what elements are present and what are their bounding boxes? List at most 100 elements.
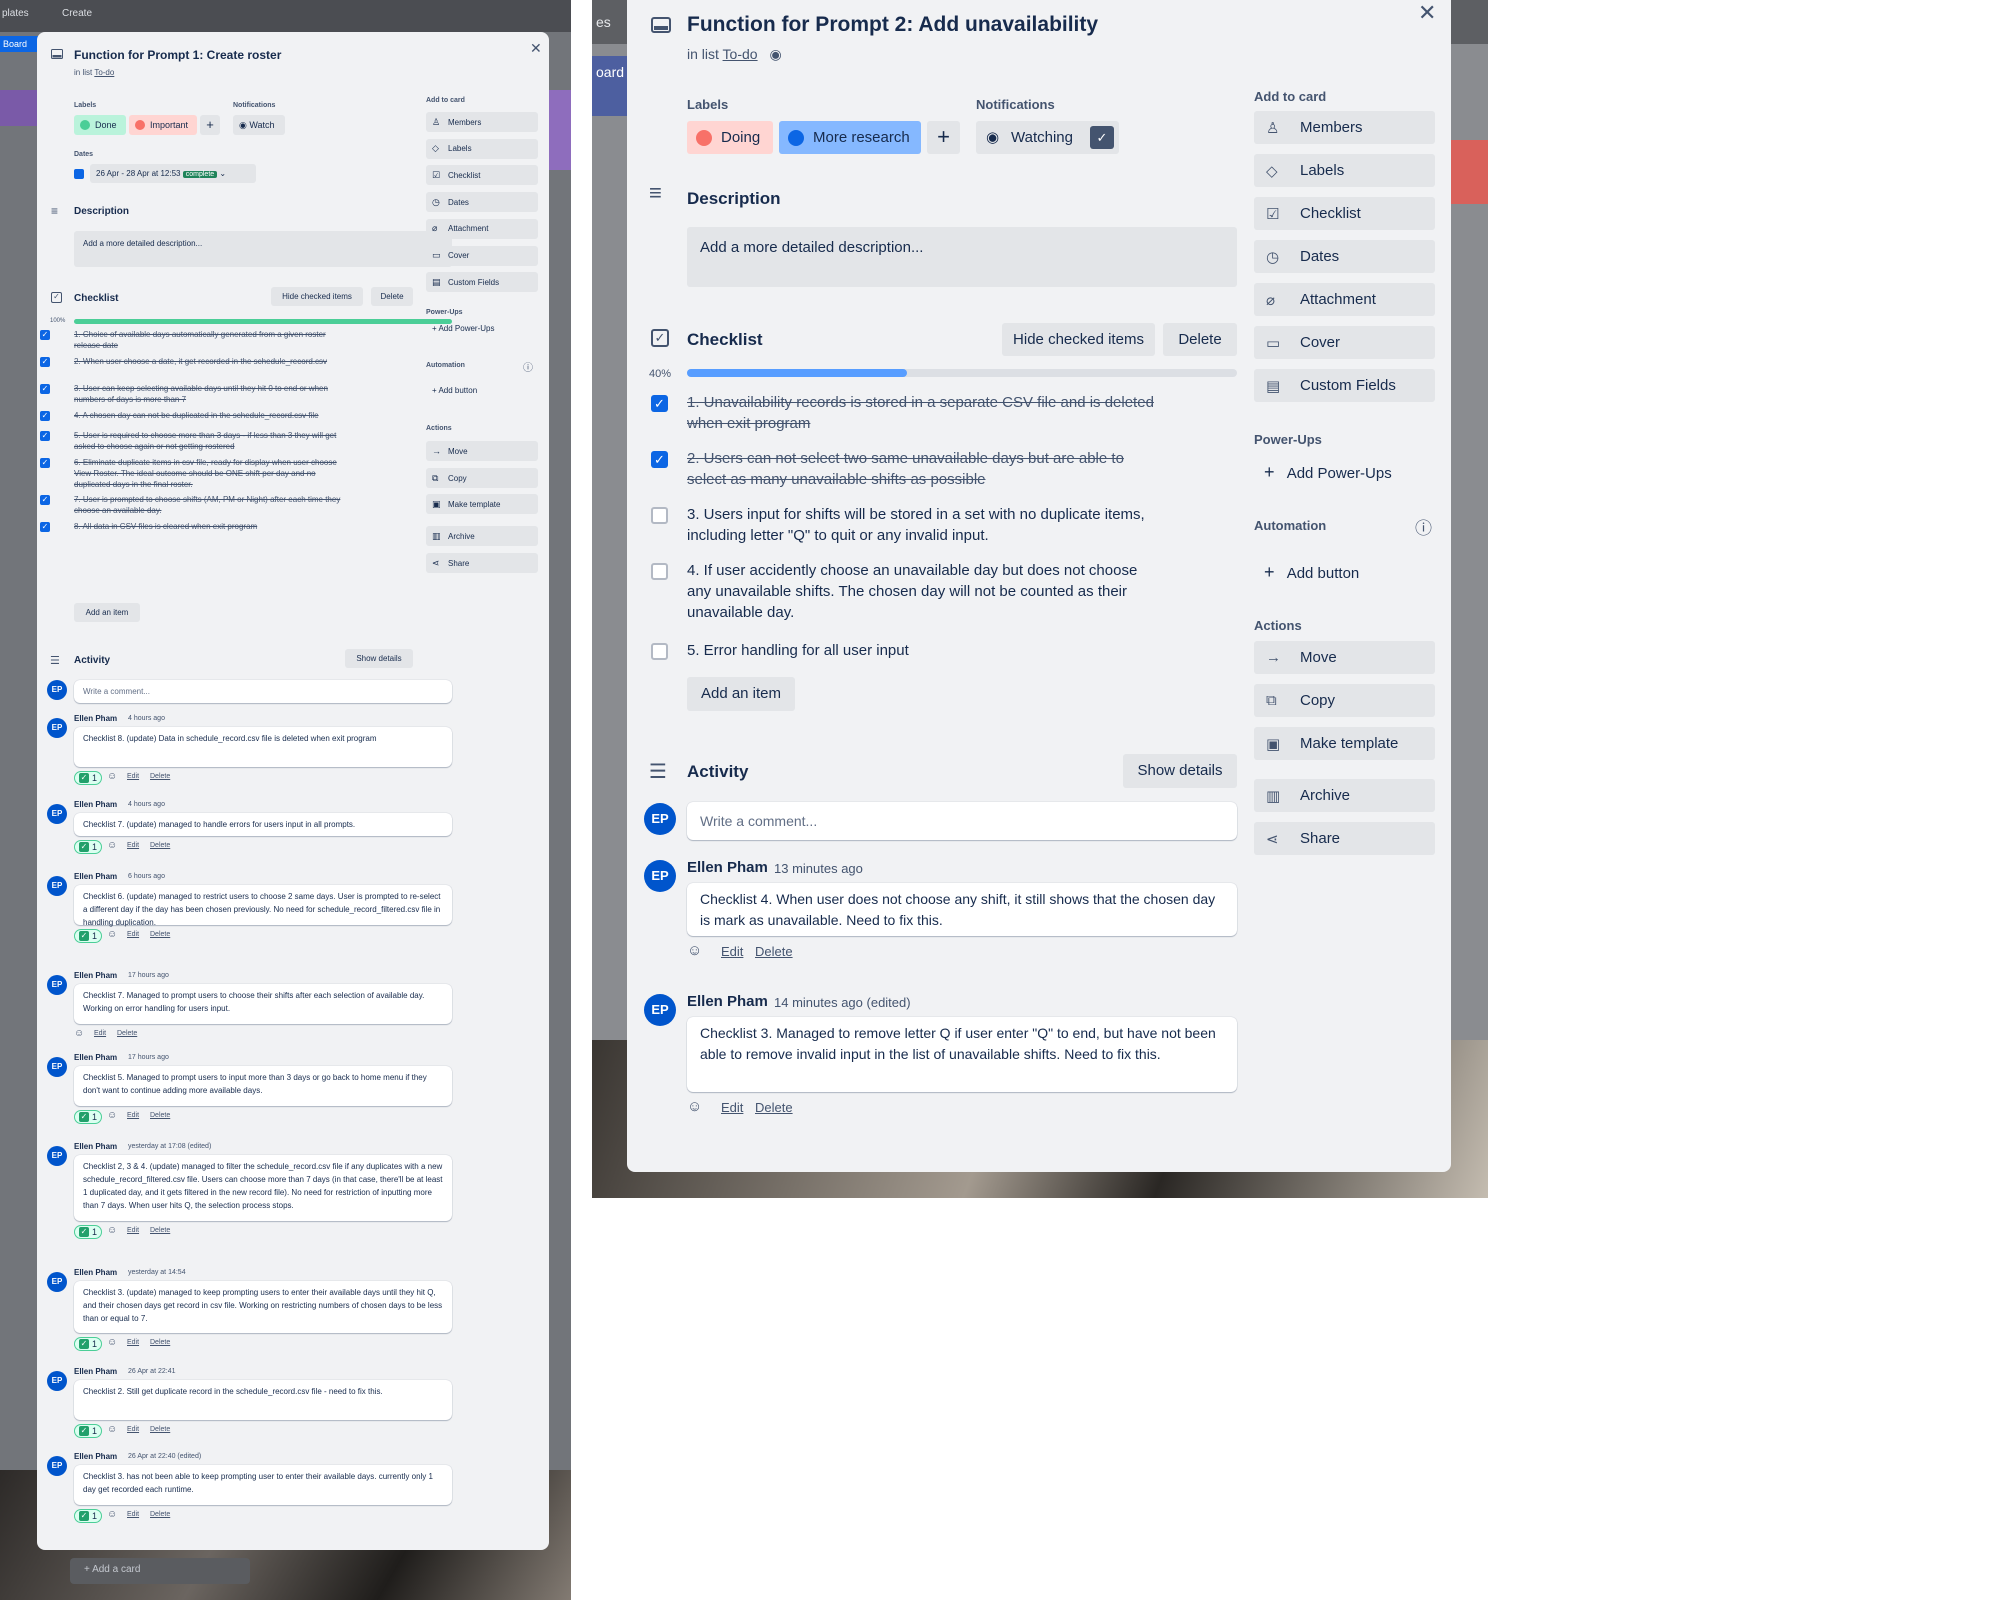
checklist-delete-button[interactable]: Delete [371,287,413,306]
add-reaction-icon[interactable]: ☺ [74,1028,84,1039]
add-reaction-icon[interactable]: ☺ [107,1509,117,1520]
avatar[interactable]: EP [644,994,676,1026]
checklist-item-text[interactable]: 4. A chosen day can not be duplicated in… [74,410,354,421]
edit-link[interactable]: Edit [127,1426,139,1433]
sidebar-share-button[interactable]: ⋖ Share [1254,822,1435,855]
hide-checked-button[interactable]: Hide checked items [271,287,363,306]
avatar[interactable]: EP [47,1146,67,1166]
sidebar-cover-button[interactable]: ▭ Cover [1254,326,1435,359]
checklist-item-text[interactable]: 2. When user choose a date, it get recor… [74,356,354,367]
sidebar-dates-button[interactable]: ◷ Dates [426,192,538,213]
delete-link[interactable]: Delete [150,842,170,849]
sidebar-archive-button[interactable]: ▥ Archive [1254,779,1435,812]
show-details-button[interactable]: Show details [1123,754,1237,788]
checklist-item-text[interactable]: 4. If user accidently choose an unavaila… [687,560,1157,623]
show-details-button[interactable]: Show details [345,649,413,668]
delete-link[interactable]: Delete [150,1511,170,1518]
reaction-badge[interactable]: ✓ 1 [74,771,103,785]
comment-input[interactable]: Write a comment... [74,680,452,703]
checklist-item-checkbox[interactable]: ✓ [40,384,50,394]
add-button-button[interactable]: + Add button [1264,562,1359,583]
checklist-item-checkbox[interactable]: ✓ [40,431,50,441]
edit-link[interactable]: Edit [721,944,743,959]
left-add-card-button[interactable]: + Add a card [70,1558,250,1584]
add-reaction-icon[interactable]: ☺ [107,1424,117,1435]
checklist-item-text[interactable]: 3. User can keep selecting available day… [74,383,354,405]
info-icon[interactable]: ⓘ [1415,514,1432,539]
avatar[interactable]: EP [47,680,67,700]
label-important[interactable]: Important [129,115,197,135]
info-icon[interactable]: ⓘ [523,359,533,374]
checklist-item-checkbox[interactable]: ✓ [40,522,50,532]
add-reaction-icon[interactable]: ☺ [107,1225,117,1236]
sidebar-attachment-button[interactable]: ⌀ Attachment [426,218,538,239]
label-doing[interactable]: Doing [687,121,773,154]
checklist-item-checkbox[interactable]: ✓ [40,458,50,468]
add-item-button[interactable]: Add an item [74,603,140,622]
edit-link[interactable]: Edit [127,931,139,938]
delete-link[interactable]: Delete [150,1112,170,1119]
dates-button[interactable]: 26 Apr - 28 Apr at 12:53 complete ⌄ [90,164,256,183]
checklist-item-checkbox[interactable]: ✓ [40,411,50,421]
sidebar-checklist-button[interactable]: ☑ Checklist [1254,197,1435,230]
delete-link[interactable]: Delete [755,1100,793,1115]
checklist-item-checkbox[interactable]: ✓ [651,395,668,412]
edit-link[interactable]: Edit [127,773,139,780]
sidebar-labels-button[interactable]: ◇ Labels [426,138,538,159]
add-reaction-icon[interactable]: ☺ [687,1098,702,1115]
sidebar-checklist-button[interactable]: ☑ Checklist [426,165,538,186]
sidebar-move-button[interactable]: → Move [426,441,538,461]
close-icon[interactable]: ✕ [530,40,542,57]
avatar[interactable]: EP [47,718,67,738]
add-reaction-icon[interactable]: ☺ [107,1337,117,1348]
sidebar-make-template-button[interactable]: ▣ Make template [426,494,538,514]
delete-link[interactable]: Delete [117,1030,137,1037]
checklist-item-text[interactable]: 1. Choice of available days automaticall… [74,329,354,351]
avatar[interactable]: EP [47,975,67,995]
add-reaction-icon[interactable]: ☺ [107,840,117,851]
delete-link[interactable]: Delete [755,944,793,959]
watching-button[interactable]: ◉ Watching ✓ [976,121,1119,154]
checklist-item-text[interactable]: 8. All data in CSV files is cleared when… [74,521,354,532]
edit-link[interactable]: Edit [127,1339,139,1346]
delete-link[interactable]: Delete [150,1339,170,1346]
left-board-tab[interactable]: Board [0,36,38,52]
list-link[interactable]: To-do [723,46,758,62]
add-reaction-icon[interactable]: ☺ [687,942,702,959]
add-button-button[interactable]: + Add button [432,386,477,395]
avatar[interactable]: EP [47,804,67,824]
checklist-item-text[interactable]: 7. User is prompted to choose shifts (AM… [74,494,354,516]
comment-input[interactable]: Write a comment... [687,802,1237,840]
sidebar-share-button[interactable]: ⋖ Share [426,553,538,573]
edit-link[interactable]: Edit [127,1227,139,1234]
hide-checked-button[interactable]: Hide checked items [1002,323,1155,356]
checklist-item-text[interactable]: 3. Users input for shifts will be stored… [687,504,1157,546]
delete-link[interactable]: Delete [150,1426,170,1433]
checklist-item-checkbox[interactable]: ✓ [40,330,50,340]
checklist-item-checkbox[interactable] [651,643,668,660]
label-more-research[interactable]: More research [779,121,921,154]
reaction-badge[interactable]: ✓ 1 [74,1424,103,1438]
sidebar-members-button[interactable]: ♙ Members [426,112,538,132]
reaction-badge[interactable]: ✓ 1 [74,1337,103,1351]
avatar[interactable]: EP [47,1057,67,1077]
checklist-item-text[interactable]: 5. Error handling for all user input [687,640,1157,661]
sidebar-make-template-button[interactable]: ▣ Make template [1254,727,1435,760]
close-icon[interactable]: ✕ [1418,0,1436,26]
delete-link[interactable]: Delete [150,931,170,938]
sidebar-move-button[interactable]: → Move [1254,641,1435,674]
edit-link[interactable]: Edit [127,1511,139,1518]
checklist-delete-button[interactable]: Delete [1163,323,1237,356]
reaction-badge[interactable]: ✓ 1 [74,1509,103,1523]
watch-button[interactable]: ◉ Watch [233,115,285,135]
reaction-badge[interactable]: ✓ 1 [74,840,103,854]
sidebar-copy-button[interactable]: ⧉ Copy [1254,684,1435,717]
edit-link[interactable]: Edit [94,1030,106,1037]
add-label-button[interactable]: + [200,115,220,135]
dates-checkbox[interactable] [74,169,84,179]
checklist-item-checkbox[interactable]: ✓ [40,495,50,505]
sidebar-custom-fields-button[interactable]: ▤ Custom Fields [426,272,538,293]
add-label-button[interactable]: + [927,121,960,154]
checklist-item-text[interactable]: 5. User is required to choose more than … [74,430,354,452]
avatar[interactable]: EP [47,876,67,896]
